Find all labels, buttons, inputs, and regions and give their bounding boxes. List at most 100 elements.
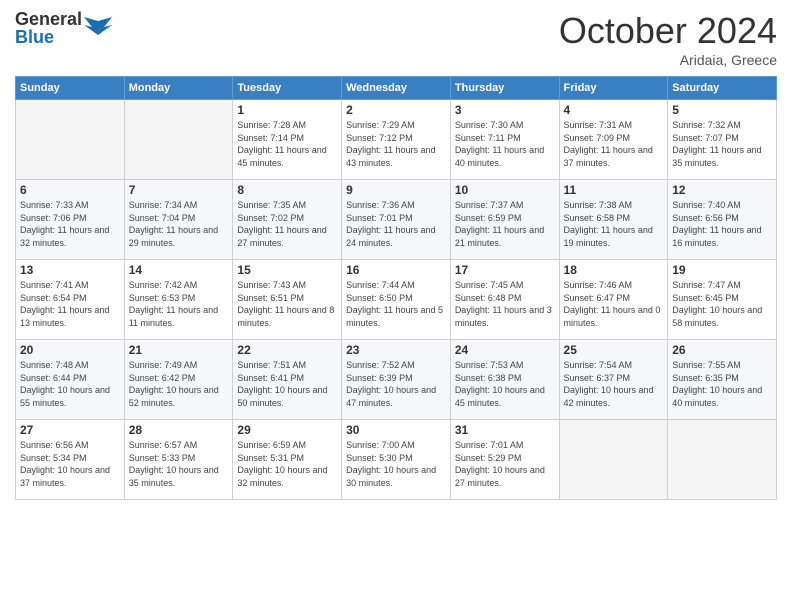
day-number: 17 bbox=[455, 263, 555, 277]
calendar-day-cell: 11 Sunrise: 7:38 AM Sunset: 6:58 PM Dayli… bbox=[559, 180, 668, 260]
day-number: 15 bbox=[237, 263, 337, 277]
day-info: Sunrise: 7:30 AM Sunset: 7:11 PM Dayligh… bbox=[455, 119, 555, 169]
calendar-day-cell: 23 Sunrise: 7:52 AM Sunset: 6:39 PM Dayli… bbox=[342, 340, 451, 420]
calendar-day-cell: 12 Sunrise: 7:40 AM Sunset: 6:56 PM Dayli… bbox=[668, 180, 777, 260]
calendar-day-cell: 18Sunrise: 7:46 AM Sunset: 6:47 PM Dayli… bbox=[559, 260, 668, 340]
day-number: 14 bbox=[129, 263, 229, 277]
calendar-day-cell: 22 Sunrise: 7:51 AM Sunset: 6:41 PM Dayli… bbox=[233, 340, 342, 420]
day-number: 28 bbox=[129, 423, 229, 437]
calendar-day-cell: 8Sunrise: 7:35 AM Sunset: 7:02 PM Daylig… bbox=[233, 180, 342, 260]
calendar-week-row: 13Sunrise: 7:41 AM Sunset: 6:54 PM Dayli… bbox=[16, 260, 777, 340]
col-friday: Friday bbox=[559, 77, 668, 100]
day-number: 21 bbox=[129, 343, 229, 357]
calendar-day-cell: 5Sunrise: 7:32 AM Sunset: 7:07 PM Daylig… bbox=[668, 100, 777, 180]
calendar-day-cell: 1Sunrise: 7:28 AM Sunset: 7:14 PM Daylig… bbox=[233, 100, 342, 180]
calendar-day-cell bbox=[16, 100, 125, 180]
day-info: Sunrise: 7:48 AM Sunset: 6:44 PM Dayligh… bbox=[20, 359, 120, 409]
col-thursday: Thursday bbox=[450, 77, 559, 100]
day-info: Sunrise: 6:57 AM Sunset: 5:33 PM Dayligh… bbox=[129, 439, 229, 489]
day-info: Sunrise: 7:31 AM Sunset: 7:09 PM Dayligh… bbox=[564, 119, 664, 169]
day-number: 22 bbox=[237, 343, 337, 357]
calendar-day-cell: 29Sunrise: 6:59 AM Sunset: 5:31 PM Dayli… bbox=[233, 420, 342, 500]
calendar-day-cell: 7 Sunrise: 7:34 AM Sunset: 7:04 PM Daylig… bbox=[124, 180, 233, 260]
month-title: October 2024 bbox=[559, 10, 777, 52]
day-number: 3 bbox=[455, 103, 555, 117]
day-info: Sunrise: 7:40 AM Sunset: 6:56 PM Dayligh… bbox=[672, 199, 772, 249]
day-number: 16 bbox=[346, 263, 446, 277]
col-saturday: Saturday bbox=[668, 77, 777, 100]
calendar-day-cell: 24 Sunrise: 7:53 AM Sunset: 6:38 PM Dayli… bbox=[450, 340, 559, 420]
day-info: Sunrise: 7:01 AM Sunset: 5:29 PM Dayligh… bbox=[455, 439, 555, 489]
day-info: Sunrise: 7:54 AM Sunset: 6:37 PM Dayligh… bbox=[564, 359, 664, 409]
calendar-day-cell: 13Sunrise: 7:41 AM Sunset: 6:54 PM Dayli… bbox=[16, 260, 125, 340]
day-number: 27 bbox=[20, 423, 120, 437]
day-number: 19 bbox=[672, 263, 772, 277]
calendar-day-cell bbox=[124, 100, 233, 180]
calendar-day-cell: 20 Sunrise: 7:48 AM Sunset: 6:44 PM Dayli… bbox=[16, 340, 125, 420]
day-number: 26 bbox=[672, 343, 772, 357]
logo: General Blue bbox=[15, 10, 112, 46]
day-number: 11 bbox=[564, 183, 664, 197]
day-info: Sunrise: 7:36 AM Sunset: 7:01 PM Dayligh… bbox=[346, 199, 446, 249]
day-number: 10 bbox=[455, 183, 555, 197]
day-info: Sunrise: 6:59 AM Sunset: 5:31 PM Dayligh… bbox=[237, 439, 337, 489]
calendar-day-cell: 28 Sunrise: 6:57 AM Sunset: 5:33 PM Dayli… bbox=[124, 420, 233, 500]
logo-bird-icon bbox=[84, 17, 112, 39]
day-info: Sunrise: 7:38 AM Sunset: 6:58 PM Dayligh… bbox=[564, 199, 664, 249]
col-monday: Monday bbox=[124, 77, 233, 100]
day-info: Sunrise: 7:47 AM Sunset: 6:45 PM Dayligh… bbox=[672, 279, 772, 329]
day-info: Sunrise: 7:43 AM Sunset: 6:51 PM Dayligh… bbox=[237, 279, 337, 329]
logo-blue: Blue bbox=[15, 28, 82, 46]
day-number: 30 bbox=[346, 423, 446, 437]
day-info: Sunrise: 7:44 AM Sunset: 6:50 PM Dayligh… bbox=[346, 279, 446, 329]
calendar-day-cell: 31 Sunrise: 7:01 AM Sunset: 5:29 PM Dayli… bbox=[450, 420, 559, 500]
calendar-day-cell: 15 Sunrise: 7:43 AM Sunset: 6:51 PM Dayli… bbox=[233, 260, 342, 340]
calendar-day-cell: 30 Sunrise: 7:00 AM Sunset: 5:30 PM Dayli… bbox=[342, 420, 451, 500]
calendar-day-cell: 4 Sunrise: 7:31 AM Sunset: 7:09 PM Daylig… bbox=[559, 100, 668, 180]
day-number: 31 bbox=[455, 423, 555, 437]
day-info: Sunrise: 7:52 AM Sunset: 6:39 PM Dayligh… bbox=[346, 359, 446, 409]
day-number: 2 bbox=[346, 103, 446, 117]
day-number: 4 bbox=[564, 103, 664, 117]
day-info: Sunrise: 7:49 AM Sunset: 6:42 PM Dayligh… bbox=[129, 359, 229, 409]
col-sunday: Sunday bbox=[16, 77, 125, 100]
calendar-week-row: 27 Sunrise: 6:56 AM Sunset: 5:34 PM Dayli… bbox=[16, 420, 777, 500]
calendar-day-cell: 26 Sunrise: 7:55 AM Sunset: 6:35 PM Dayli… bbox=[668, 340, 777, 420]
header: General Blue October 2024 Aridaia, Greec… bbox=[15, 10, 777, 68]
day-info: Sunrise: 7:37 AM Sunset: 6:59 PM Dayligh… bbox=[455, 199, 555, 249]
day-number: 24 bbox=[455, 343, 555, 357]
calendar-day-cell: 19 Sunrise: 7:47 AM Sunset: 6:45 PM Dayli… bbox=[668, 260, 777, 340]
calendar-week-row: 1Sunrise: 7:28 AM Sunset: 7:14 PM Daylig… bbox=[16, 100, 777, 180]
day-number: 7 bbox=[129, 183, 229, 197]
day-info: Sunrise: 7:53 AM Sunset: 6:38 PM Dayligh… bbox=[455, 359, 555, 409]
calendar-table: Sunday Monday Tuesday Wednesday Thursday… bbox=[15, 76, 777, 500]
day-info: Sunrise: 6:56 AM Sunset: 5:34 PM Dayligh… bbox=[20, 439, 120, 489]
day-number: 23 bbox=[346, 343, 446, 357]
day-info: Sunrise: 7:51 AM Sunset: 6:41 PM Dayligh… bbox=[237, 359, 337, 409]
calendar-day-cell: 27 Sunrise: 6:56 AM Sunset: 5:34 PM Dayli… bbox=[16, 420, 125, 500]
day-number: 20 bbox=[20, 343, 120, 357]
calendar-day-cell: 25 Sunrise: 7:54 AM Sunset: 6:37 PM Dayli… bbox=[559, 340, 668, 420]
calendar-day-cell: 9Sunrise: 7:36 AM Sunset: 7:01 PM Daylig… bbox=[342, 180, 451, 260]
calendar-day-cell bbox=[559, 420, 668, 500]
calendar-day-cell bbox=[668, 420, 777, 500]
day-info: Sunrise: 7:34 AM Sunset: 7:04 PM Dayligh… bbox=[129, 199, 229, 249]
logo-general: General bbox=[15, 10, 82, 28]
day-info: Sunrise: 7:41 AM Sunset: 6:54 PM Dayligh… bbox=[20, 279, 120, 329]
calendar-week-row: 20 Sunrise: 7:48 AM Sunset: 6:44 PM Dayli… bbox=[16, 340, 777, 420]
day-info: Sunrise: 7:55 AM Sunset: 6:35 PM Dayligh… bbox=[672, 359, 772, 409]
calendar-day-cell: 3 Sunrise: 7:30 AM Sunset: 7:11 PM Daylig… bbox=[450, 100, 559, 180]
title-block: October 2024 Aridaia, Greece bbox=[559, 10, 777, 68]
day-info: Sunrise: 7:45 AM Sunset: 6:48 PM Dayligh… bbox=[455, 279, 555, 329]
day-info: Sunrise: 7:29 AM Sunset: 7:12 PM Dayligh… bbox=[346, 119, 446, 169]
day-number: 5 bbox=[672, 103, 772, 117]
day-number: 12 bbox=[672, 183, 772, 197]
calendar-day-cell: 16 Sunrise: 7:44 AM Sunset: 6:50 PM Dayli… bbox=[342, 260, 451, 340]
day-number: 25 bbox=[564, 343, 664, 357]
calendar-header-row: Sunday Monday Tuesday Wednesday Thursday… bbox=[16, 77, 777, 100]
calendar-day-cell: 2 Sunrise: 7:29 AM Sunset: 7:12 PM Daylig… bbox=[342, 100, 451, 180]
day-info: Sunrise: 7:00 AM Sunset: 5:30 PM Dayligh… bbox=[346, 439, 446, 489]
day-info: Sunrise: 7:35 AM Sunset: 7:02 PM Dayligh… bbox=[237, 199, 337, 249]
calendar-day-cell: 14Sunrise: 7:42 AM Sunset: 6:53 PM Dayli… bbox=[124, 260, 233, 340]
day-info: Sunrise: 7:28 AM Sunset: 7:14 PM Dayligh… bbox=[237, 119, 337, 169]
